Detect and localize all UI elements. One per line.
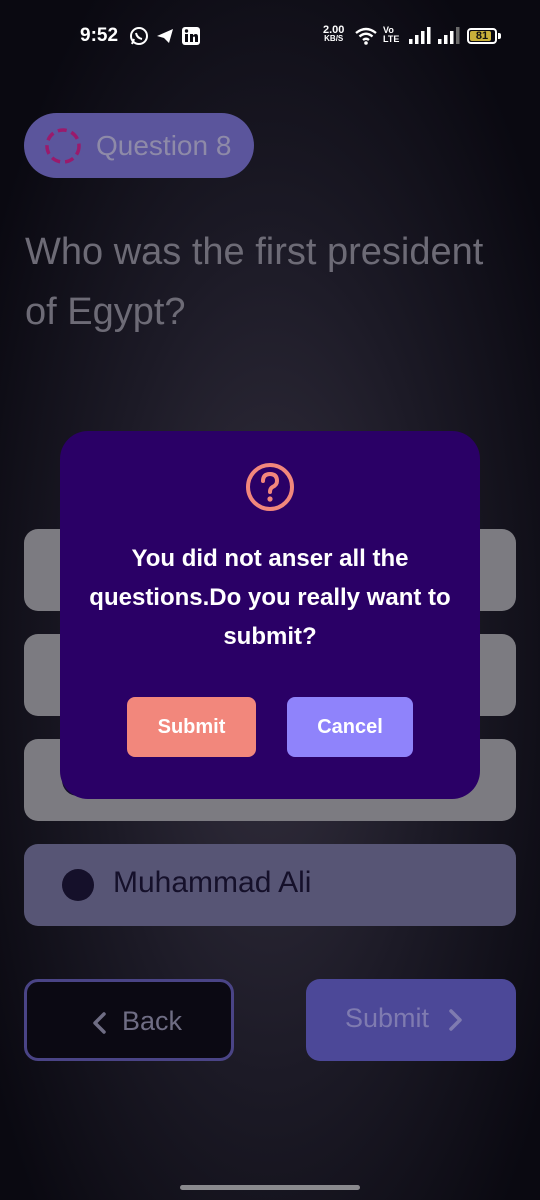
- volte-indicator: Vo LTE: [383, 25, 400, 44]
- question-text: Who was the first president of Egypt?: [25, 231, 484, 333]
- dialog-message: You did not anser all the questions.Do y…: [89, 545, 451, 650]
- question-indicator: Question 8: [24, 113, 254, 178]
- option-label: Muhammad Ali: [113, 866, 312, 899]
- chevron-right-icon: [449, 1009, 462, 1031]
- linkedin-icon: [182, 27, 200, 45]
- option-radio[interactable]: [62, 869, 94, 901]
- timer-ring-icon: [45, 128, 81, 164]
- question-number: Question 8: [96, 130, 232, 161]
- dialog-cancel-button[interactable]: Cancel: [287, 697, 413, 757]
- submit-label: Submit: [345, 1003, 430, 1033]
- net-speed: 2.00 KB/S: [323, 24, 345, 43]
- confirm-submit-dialog: You did not anser all the questions.Do y…: [60, 431, 480, 799]
- battery-level: 81: [475, 30, 489, 42]
- home-indicator[interactable]: [180, 1185, 360, 1190]
- status-time: 9:52: [80, 25, 119, 46]
- telegram-icon: [157, 29, 173, 43]
- chevron-left-icon: [93, 1012, 106, 1034]
- help-circle-icon: [246, 463, 294, 511]
- back-button[interactable]: Back: [24, 979, 234, 1061]
- dialog-submit-button[interactable]: Submit: [127, 697, 256, 757]
- wifi-icon: [355, 27, 377, 45]
- whatsapp-icon: [130, 27, 148, 45]
- submit-button[interactable]: Submit: [306, 979, 516, 1061]
- status-bar: 9:52 2.00 KB/S Vo LTE 81: [0, 0, 540, 72]
- option-4[interactable]: Muhammad Ali: [24, 844, 516, 926]
- battery-icon: 81: [467, 28, 497, 44]
- back-label: Back: [122, 1006, 183, 1036]
- signal-icon-2: [438, 27, 460, 44]
- quiz-screen: 9:52 2.00 KB/S Vo LTE 81 Question 8 Who …: [0, 0, 540, 1200]
- signal-icon: [409, 27, 431, 44]
